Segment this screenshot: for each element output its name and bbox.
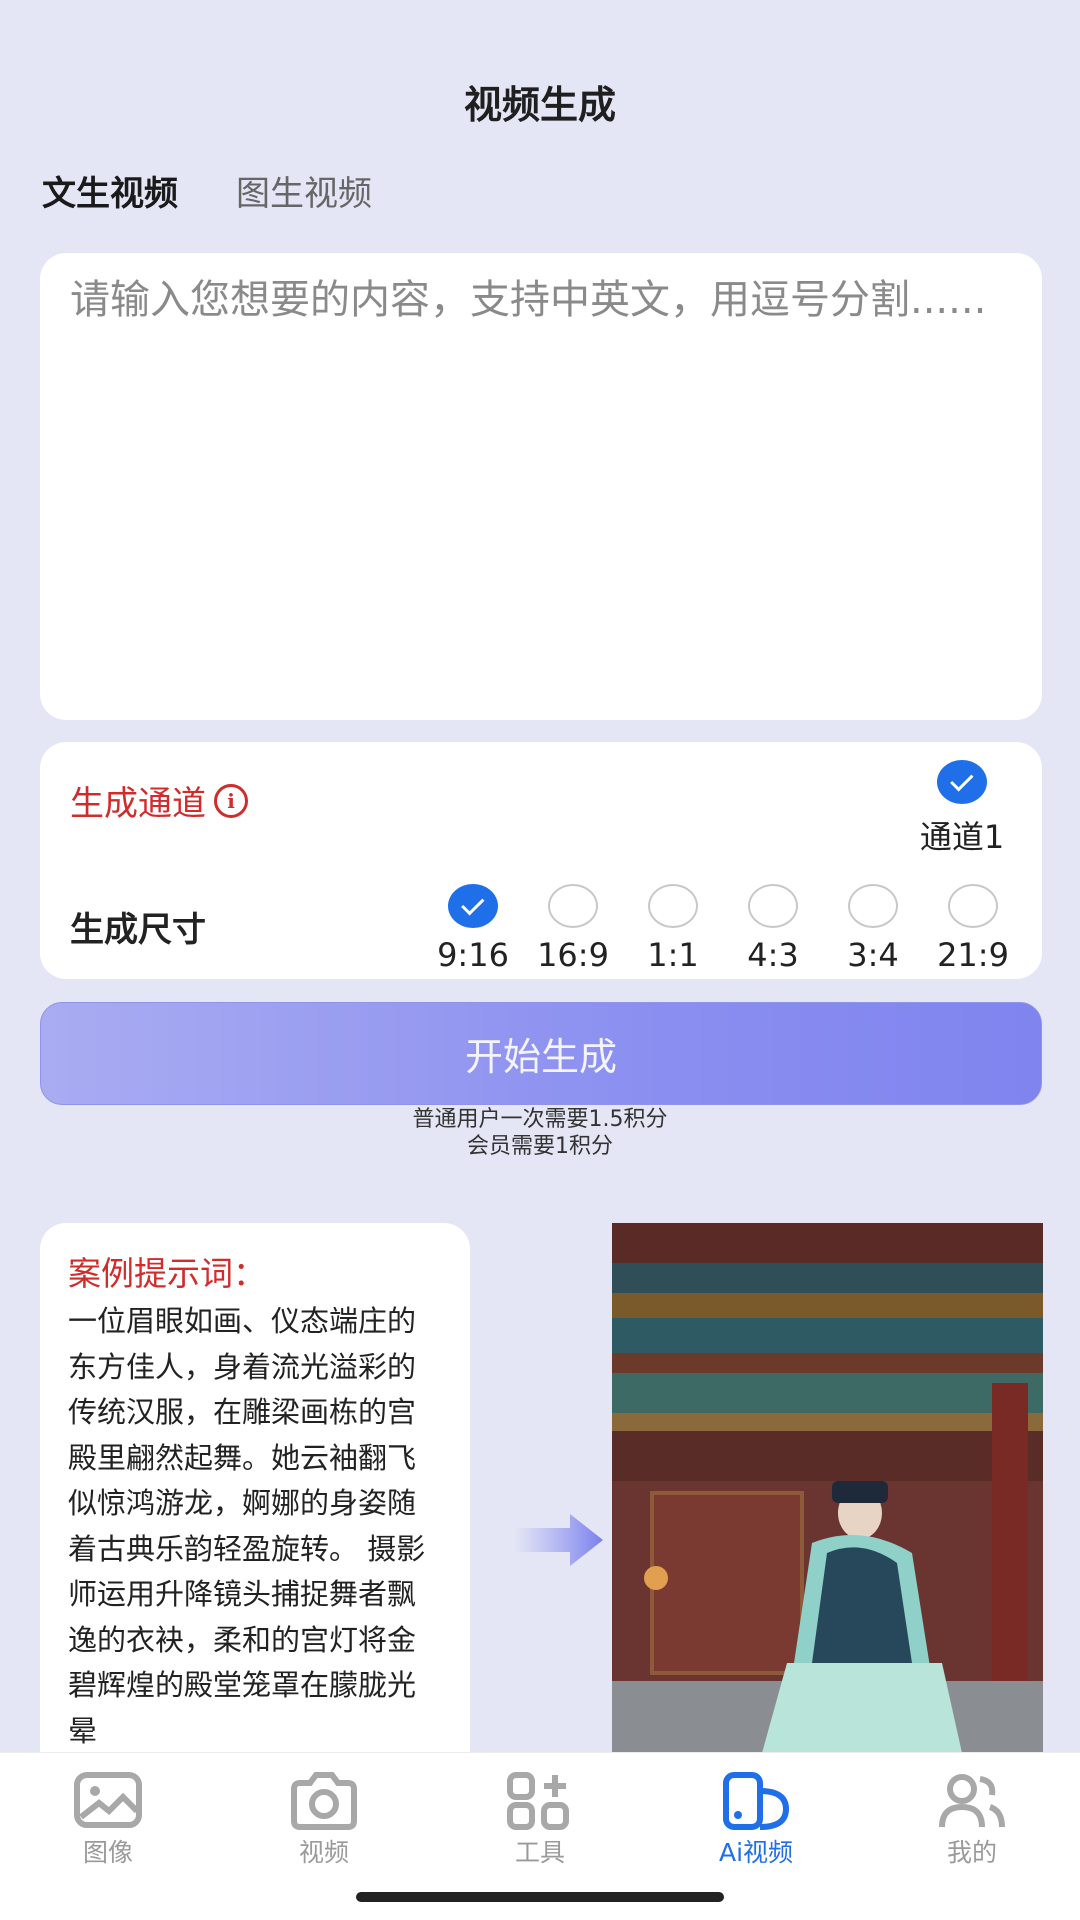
image-icon: [74, 1772, 142, 1828]
size-option-label: 21:9: [937, 936, 1009, 974]
home-indicator[interactable]: [356, 1892, 724, 1902]
size-option-label: 3:4: [847, 936, 899, 974]
example-prompt-card: 案例提示词： 一位眉眼如画、仪态端庄的东方佳人，身着流光溢彩的传统汉服，在雕梁画…: [40, 1223, 470, 1763]
ai-video-icon: [723, 1772, 790, 1830]
channel-label: 生成通道 i: [70, 776, 248, 825]
size-label: 生成尺寸: [70, 910, 206, 950]
size-option-label: 9:16: [437, 936, 509, 974]
cost-member: 会员需要1积分: [467, 1134, 613, 1159]
size-options: 9:16 16:9 1:1 4:3 3:4 21:9: [423, 884, 1023, 974]
nav-item-ai-video[interactable]: Ai视频: [686, 1771, 826, 1869]
start-generate-button[interactable]: 开始生成: [40, 1002, 1042, 1105]
size-option-16-9[interactable]: 16:9: [523, 884, 623, 974]
nav-item-image[interactable]: 图像: [38, 1771, 178, 1869]
mode-tabs: 文生视频 图生视频: [42, 166, 372, 215]
nav-item-tools[interactable]: 工具: [470, 1771, 610, 1869]
size-option-3-4[interactable]: 3:4: [823, 884, 923, 974]
nav-item-profile[interactable]: 我的: [902, 1771, 1042, 1869]
options-card: 生成通道 i 通道1 生成尺寸 9:16 16:9 1:1 4:3 3:4 21…: [40, 742, 1042, 979]
nav-label: 工具: [514, 1838, 565, 1867]
channel-label-text: 生成通道: [70, 784, 206, 824]
example-title: 案例提示词：: [68, 1254, 266, 1293]
size-option-4-3[interactable]: 4:3: [723, 884, 823, 974]
channel-option-1[interactable]: 通道1: [912, 760, 1012, 858]
example-video-thumbnail[interactable]: [612, 1223, 1043, 1753]
size-option-21-9[interactable]: 21:9: [923, 884, 1023, 974]
tools-grid-icon: [507, 1772, 569, 1830]
nav-label: 视频: [298, 1838, 349, 1867]
size-radio-checked[interactable]: [448, 884, 498, 928]
size-radio[interactable]: [848, 884, 898, 928]
nav-label: 图像: [82, 1838, 133, 1867]
tab-image-to-video[interactable]: 图生视频: [236, 166, 372, 215]
size-option-label: 4:3: [747, 936, 799, 974]
camera-icon: [291, 1772, 357, 1830]
size-option-label: 16:9: [537, 936, 609, 974]
size-radio[interactable]: [748, 884, 798, 928]
prompt-input[interactable]: [70, 275, 1020, 695]
profile-icon: [939, 1774, 1005, 1828]
size-radio[interactable]: [648, 884, 698, 928]
page-title: 视频生成: [463, 83, 616, 127]
nav-item-video[interactable]: 视频: [254, 1771, 394, 1869]
info-icon[interactable]: i: [214, 783, 248, 818]
size-radio[interactable]: [548, 884, 598, 928]
size-option-1-1[interactable]: 1:1: [623, 884, 723, 974]
cost-normal-user: 普通用户一次需要1.5积分: [412, 1107, 668, 1132]
size-option-label: 1:1: [647, 936, 699, 974]
prompt-card: [40, 253, 1042, 720]
nav-label: Ai视频: [718, 1838, 794, 1867]
example-text: 一位眉眼如画、仪态端庄的东方佳人，身着流光溢彩的传统汉服，在雕梁画栋的宫殿里翩然…: [68, 1304, 426, 1748]
channel-option-label: 通道1: [919, 818, 1005, 856]
size-option-9-16[interactable]: 9:16: [423, 884, 523, 974]
cost-note: 普通用户一次需要1.5积分 会员需要1积分: [0, 1106, 1080, 1160]
tab-text-to-video[interactable]: 文生视频: [42, 166, 178, 215]
nav-label: 我的: [946, 1838, 997, 1867]
palace-dancer-image: [612, 1223, 1043, 1753]
arrow-right-icon: [515, 1514, 603, 1566]
channel-radio-checked[interactable]: [937, 760, 987, 804]
size-radio[interactable]: [948, 884, 998, 928]
